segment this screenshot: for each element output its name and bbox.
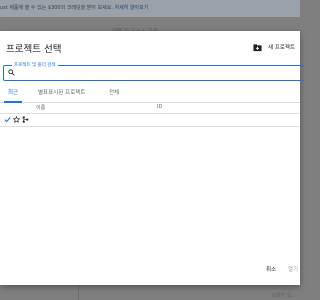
backdrop-promo-link[interactable]: 자세히 알아보기 <box>115 5 149 11</box>
dialog-title: 프로젝트 선택 <box>6 44 62 55</box>
star-icon[interactable] <box>13 116 20 123</box>
column-header-name[interactable]: 이름 <box>36 104 45 111</box>
column-header-id[interactable]: ID <box>157 104 162 110</box>
new-project-button[interactable]: 새 프로젝트 <box>253 41 300 53</box>
backdrop-corner-text: 오류가 있... <box>271 293 296 299</box>
tab-all[interactable]: 전체 <box>109 88 119 102</box>
project-tabs: 최근 별표표시된 프로젝트 전체 <box>0 88 300 103</box>
tab-starred-label: 별표표시된 프로젝트 <box>38 90 86 96</box>
check-icon <box>4 117 11 123</box>
folder-plus-icon <box>253 43 262 51</box>
backdrop-promo-banner: ust 제품에 쓸 수 있는 $300의 크레딧을 받아 보세요. 자세히 알아… <box>0 0 300 17</box>
backdrop-promo-text: ust 제품에 쓸 수 있는 $300의 크레딧을 받아 보세요. <box>0 5 113 11</box>
table-row[interactable] <box>0 114 300 127</box>
tab-starred[interactable]: 별표표시된 프로젝트 <box>38 88 85 102</box>
open-button[interactable]: 열기 <box>288 263 298 277</box>
new-project-label: 새 프로젝트 <box>268 45 296 51</box>
project-search-field[interactable]: 프로젝트 및 폴더 검색 <box>3 62 304 81</box>
tab-recent[interactable]: 최근 <box>4 88 23 103</box>
cancel-button[interactable]: 취소 <box>266 263 276 277</box>
table-header: 이름 ID <box>0 103 300 114</box>
backdrop-divider <box>78 285 79 300</box>
tab-all-label: 전체 <box>109 90 120 96</box>
organization-icon <box>22 116 29 123</box>
search-input[interactable] <box>17 67 287 78</box>
project-select-dialog: 프로젝트 선택 새 프로젝트 프로젝트 및 폴더 검색 최근 별표표시된 프로젝… <box>0 31 304 285</box>
tab-recent-label: 최근 <box>8 90 19 96</box>
search-icon <box>8 69 15 76</box>
dialog-actions: 취소 열기 <box>0 263 300 277</box>
